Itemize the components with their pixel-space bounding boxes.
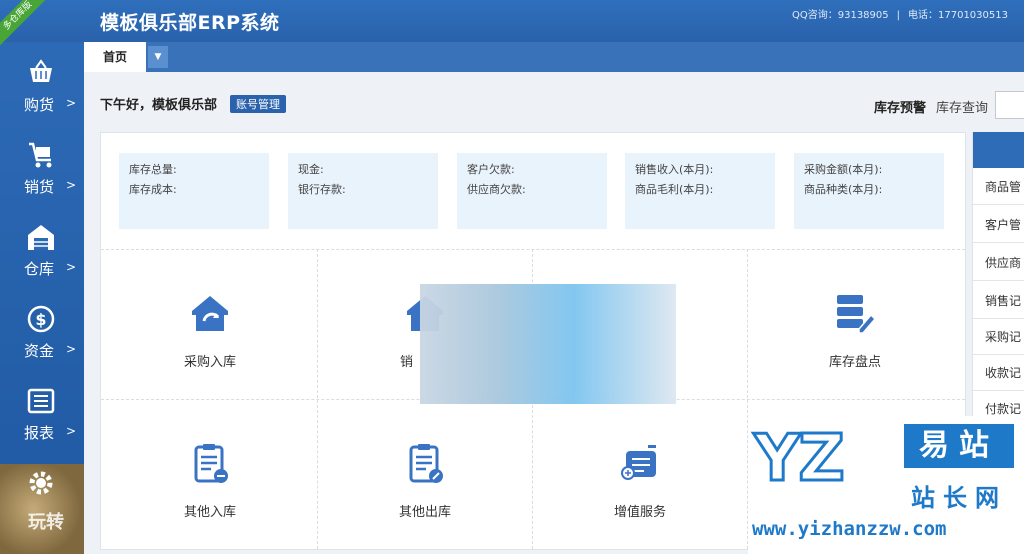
greeting-text: 下午好，模板俱乐部 bbox=[100, 98, 218, 113]
stock-query-input[interactable] bbox=[995, 91, 1024, 119]
phone-contact: 电话：17701030513 bbox=[908, 10, 1008, 21]
quick-link[interactable]: 收款记 bbox=[985, 364, 1024, 381]
stat-card-sales: 销售收入(本月): 商品毛利(本月): bbox=[625, 153, 775, 229]
tile-purchase-in[interactable]: 采购入库 bbox=[103, 249, 317, 399]
stat-card-inventory: 库存总量: 库存成本: bbox=[119, 153, 269, 229]
quick-link[interactable]: 商品管 bbox=[985, 178, 1024, 195]
tab-dropdown-button[interactable]: ▼ bbox=[148, 46, 168, 68]
sidebar-item-label: 购货 bbox=[24, 96, 55, 114]
tile-label: 其他出库 bbox=[398, 505, 451, 520]
account-management-button[interactable]: 账号管理 bbox=[230, 95, 286, 113]
app-title: 模板俱乐部ERP系统 bbox=[100, 12, 280, 34]
stock-warning-title: 库存预警 bbox=[874, 101, 927, 116]
basket-icon bbox=[30, 59, 52, 82]
stat-label: 库存总量: bbox=[129, 163, 177, 176]
tab-home[interactable]: 首页 bbox=[84, 42, 146, 72]
tile-label: 其他入库 bbox=[183, 505, 236, 520]
stat-card-debts: 客户欠款: 供应商欠款: bbox=[457, 153, 607, 229]
sidebar-item-label: 仓库 bbox=[24, 260, 55, 278]
value-added-icon bbox=[621, 445, 656, 480]
stat-label: 库存成本: bbox=[129, 183, 177, 196]
gear-icon bbox=[29, 471, 53, 495]
chevron-right-icon: > bbox=[66, 260, 77, 274]
quick-link[interactable]: 采购记 bbox=[985, 328, 1024, 345]
chevron-right-icon: > bbox=[66, 424, 77, 438]
divider bbox=[973, 280, 1024, 281]
divider bbox=[973, 204, 1024, 205]
sidebar-item-label: 销货 bbox=[24, 178, 55, 196]
stat-label: 客户欠款: bbox=[467, 163, 515, 176]
tile-label: 采购入库 bbox=[183, 355, 236, 370]
sidebar-item-sales[interactable]: 销货 > bbox=[0, 134, 84, 216]
other-out-icon bbox=[409, 444, 443, 483]
stat-card-cash: 现金: 银行存款: bbox=[288, 153, 438, 229]
stock-query-label: 库存查询 bbox=[936, 101, 989, 116]
sidebar-item-label: 报表 bbox=[24, 424, 55, 442]
stat-label: 商品种类(本月): bbox=[804, 183, 883, 196]
warehouse-icon bbox=[28, 225, 54, 250]
stat-label: 现金: bbox=[298, 163, 324, 176]
qq-contact: QQ咨询：93138905 bbox=[791, 10, 889, 21]
quick-link[interactable]: 销售记 bbox=[985, 292, 1024, 309]
watermark-title: 易站 bbox=[904, 424, 1014, 468]
stat-label: 采购金额(本月): bbox=[804, 163, 883, 176]
sidebar-item-funds[interactable]: $ 资金 > bbox=[0, 298, 84, 380]
stat-label: 供应商欠款: bbox=[467, 183, 526, 196]
watermark-url: www.yizhanzzw.com bbox=[752, 518, 947, 540]
divider bbox=[973, 354, 1024, 355]
tile-label: 库存盘点 bbox=[828, 355, 881, 370]
stat-label: 销售收入(本月): bbox=[635, 163, 714, 176]
chevron-right-icon: > bbox=[66, 342, 77, 356]
divider bbox=[973, 390, 1024, 391]
tile-other-in[interactable]: 其他入库 bbox=[103, 399, 317, 549]
tile-label: 增值服务 bbox=[613, 505, 666, 520]
tile-value-added[interactable]: 增值服务 bbox=[533, 399, 747, 549]
quick-link[interactable]: 客户管 bbox=[985, 216, 1024, 233]
dollar-icon: $ bbox=[27, 305, 55, 333]
stat-card-purchase: 采购金额(本月): 商品种类(本月): bbox=[794, 153, 944, 229]
quick-links-panel: 商品管 客户管 供应商 销售记 采购记 收款记 付款记 bbox=[972, 132, 1024, 422]
blurred-region bbox=[420, 284, 676, 404]
quick-links-header bbox=[973, 132, 1024, 168]
contact-info: QQ咨询：93138905 | 电话：17701030513 bbox=[791, 10, 1008, 21]
quick-link[interactable]: 供应商 bbox=[985, 254, 1024, 271]
report-icon bbox=[27, 388, 55, 414]
watermark-logo: YZ bbox=[753, 421, 847, 498]
sidebar: 购货 > 销货 > 仓库 > $ 资金 > 报表 > bbox=[0, 42, 84, 554]
other-in-icon bbox=[194, 444, 228, 483]
chevron-right-icon: > bbox=[66, 178, 77, 192]
divider bbox=[973, 318, 1024, 319]
purchase-in-icon bbox=[192, 296, 228, 331]
sidebar-item-reports[interactable]: 报表 > bbox=[0, 380, 84, 462]
stat-label: 银行存款: bbox=[298, 183, 346, 196]
cart-icon bbox=[29, 142, 52, 168]
sidebar-item-label: 资金 bbox=[24, 342, 55, 360]
site-watermark: YZ 易站 站长网 www.yizhanzzw.com bbox=[748, 416, 1024, 554]
tile-inventory-check[interactable]: 库存盘点 bbox=[748, 249, 962, 399]
corner-watermark: 玩转 bbox=[28, 512, 64, 533]
top-header: 模板俱乐部ERP系统 QQ咨询：93138905 | 电话：17701030513 bbox=[0, 0, 1024, 42]
inventory-check-icon bbox=[837, 295, 877, 334]
divider bbox=[973, 242, 1024, 243]
chevron-right-icon: > bbox=[66, 96, 77, 110]
watermark-subtitle: 站长网 bbox=[911, 484, 1007, 512]
tab-bar: 首页 ▼ bbox=[84, 42, 1024, 72]
sidebar-item-purchase[interactable]: 购货 > bbox=[0, 52, 84, 134]
tile-other-out[interactable]: 其他出库 bbox=[318, 399, 532, 549]
stat-label: 商品毛利(本月): bbox=[635, 183, 714, 196]
quick-link[interactable]: 付款记 bbox=[985, 400, 1024, 417]
sidebar-item-warehouse[interactable]: 仓库 > bbox=[0, 216, 84, 298]
svg-text:$: $ bbox=[35, 310, 46, 329]
